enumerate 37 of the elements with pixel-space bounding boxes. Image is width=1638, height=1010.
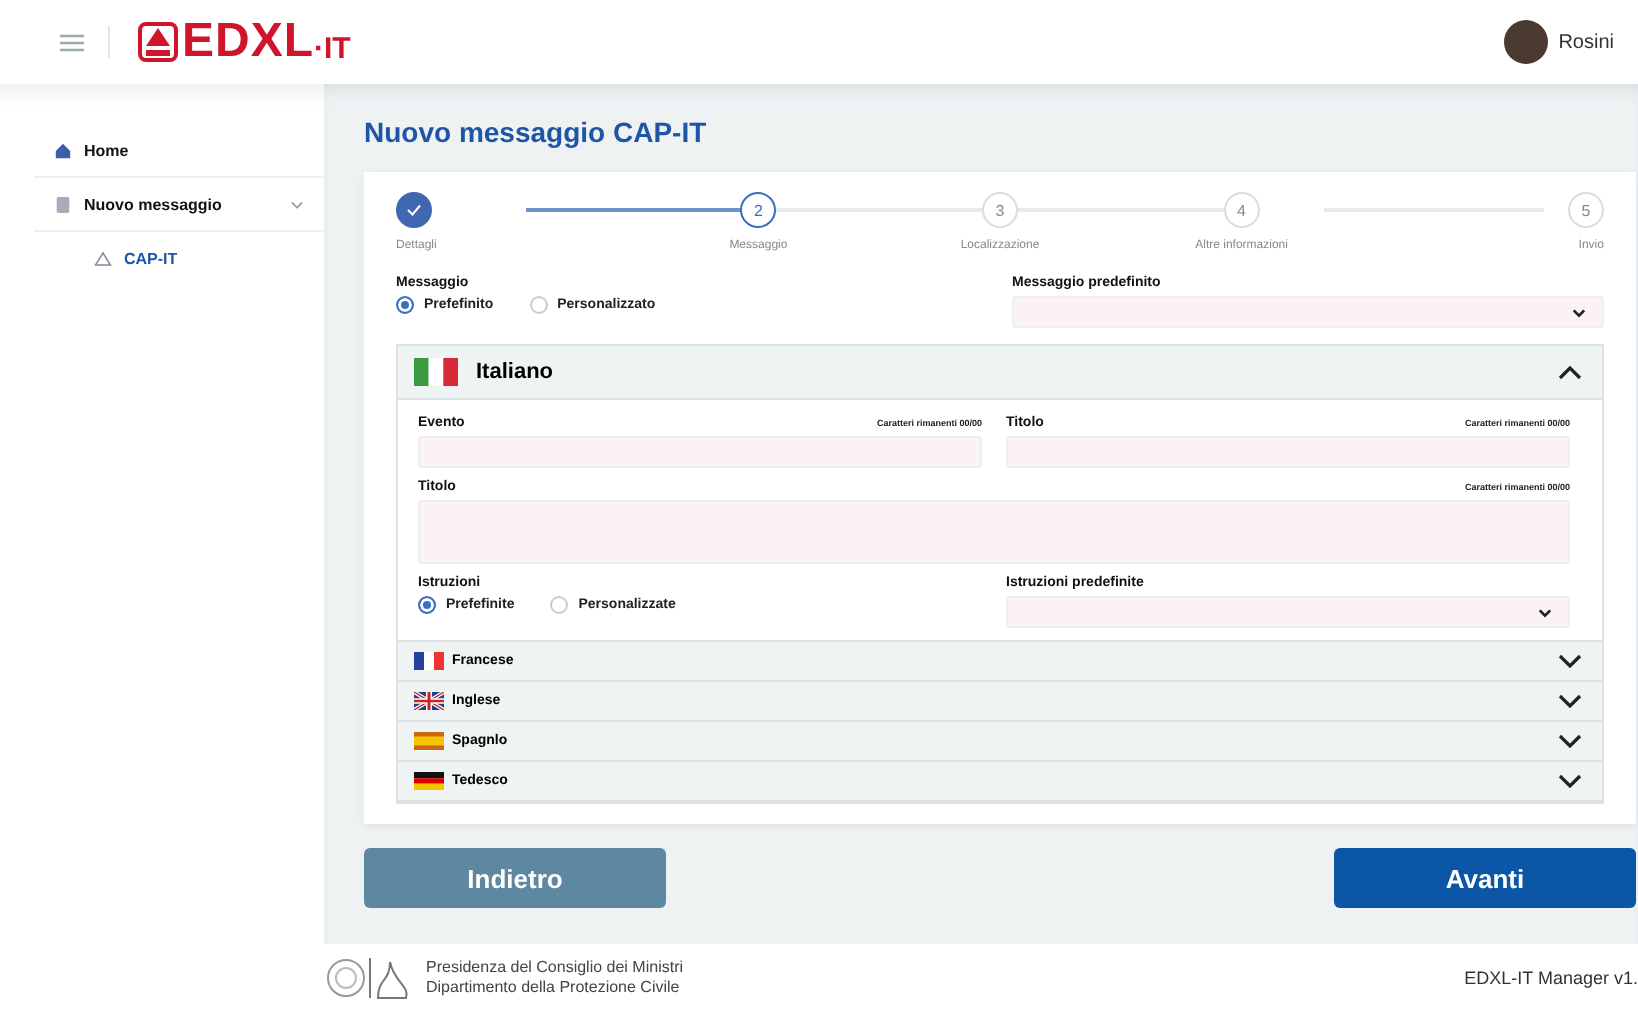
flag-icon [414, 732, 444, 750]
department-name: Dipartimento della Protezione Civile [426, 977, 682, 997]
chevron-icon [1558, 734, 1582, 748]
chevron-icon [1558, 774, 1582, 788]
logo-suffix: ·IT [314, 31, 351, 65]
flag-icon [414, 652, 444, 670]
step-circle: 5 [1567, 192, 1604, 228]
user-name[interactable]: Rosini [1558, 31, 1614, 53]
version-text: EDXL-IT Manager v1. [1464, 967, 1638, 987]
step-circle: 2 [740, 192, 777, 228]
organization-name: Presidenza del Consiglio dei Ministri [426, 957, 684, 977]
chevron-icon [1558, 654, 1582, 668]
sidebar-item[interactable]: CAP-IT [54, 232, 324, 286]
logo-icon [138, 22, 178, 62]
flag-icon [414, 772, 444, 790]
document-icon [54, 195, 72, 213]
chevron-icon [1572, 307, 1586, 317]
avatar[interactable] [1504, 20, 1549, 64]
logo-text: EDXL [182, 14, 315, 70]
home-icon [54, 141, 72, 159]
page-title: Nuovo messaggio CAP-IT [364, 114, 709, 152]
chevron-icon [1538, 607, 1552, 617]
accordion-header[interactable]: Italiano [398, 346, 1602, 400]
menu-icon[interactable] [60, 33, 84, 51]
flag-icon [414, 692, 444, 710]
warning-icon [94, 250, 112, 268]
select-field[interactable] [1012, 296, 1604, 328]
back-button[interactable]: Indietro [364, 848, 666, 908]
step-circle: 4 [1223, 192, 1260, 228]
next-button[interactable]: Avanti [1334, 848, 1636, 908]
flag-icon [414, 358, 458, 386]
emblem-drawing [326, 953, 414, 1001]
chevron-icon [1558, 694, 1582, 708]
chevron-icon [1558, 365, 1582, 379]
select-field[interactable] [1006, 596, 1570, 628]
check-icon [406, 204, 422, 216]
step-circle: 3 [981, 192, 1018, 228]
